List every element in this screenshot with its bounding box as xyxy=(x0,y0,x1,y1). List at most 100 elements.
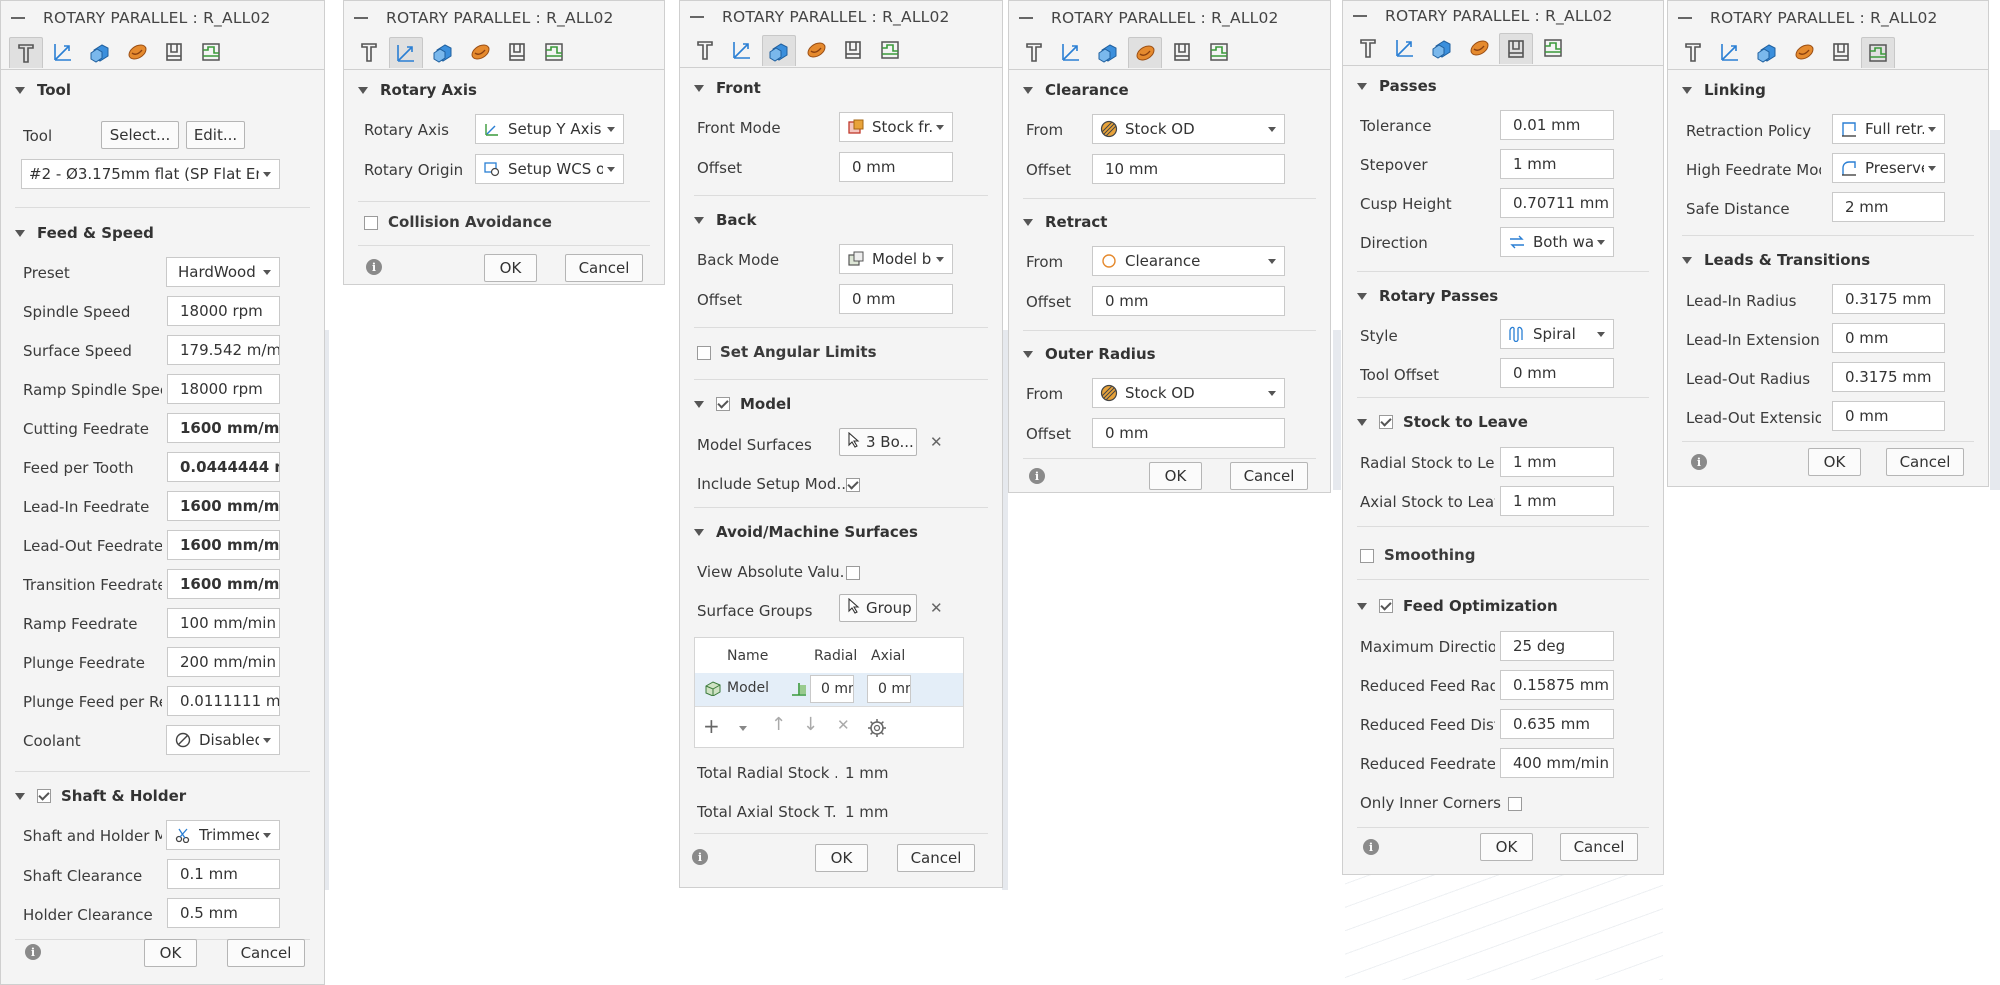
section-feed-optimization[interactable]: Feed Optimization xyxy=(1357,597,1649,615)
tab-heights[interactable] xyxy=(762,34,796,66)
front-offset-input[interactable]: 0 mm xyxy=(839,152,953,182)
section-clearance[interactable]: Clearance xyxy=(1023,81,1316,99)
radial-stock-input[interactable]: 0 mm xyxy=(810,675,854,703)
info-icon[interactable]: i xyxy=(366,259,382,275)
tab-linking[interactable] xyxy=(194,37,228,68)
section-linking[interactable]: Linking xyxy=(1682,81,1974,99)
back-offset-input[interactable]: 0 mm xyxy=(839,284,953,314)
stepover-input[interactable]: 1 mm xyxy=(1500,149,1614,179)
lead-out-radius-input[interactable]: 0.3175 mm xyxy=(1832,362,1945,392)
outer-offset-input[interactable]: 0 mm xyxy=(1092,418,1285,448)
tab-radii[interactable] xyxy=(120,37,154,68)
feed-per-tooth-input[interactable]: 0.0444444 mm xyxy=(167,452,280,482)
cancel-button[interactable]: Cancel xyxy=(897,844,975,872)
safe-distance-input[interactable]: 2 mm xyxy=(1832,192,1945,222)
axial-stock-input[interactable]: 1 mm xyxy=(1500,486,1614,516)
section-tool[interactable]: Tool xyxy=(15,81,310,99)
move-down-icon[interactable]: ↓ xyxy=(803,714,818,735)
tab-radii[interactable] xyxy=(1128,36,1162,68)
tab-heights[interactable] xyxy=(83,37,117,68)
coolant-dropdown[interactable]: Disabled xyxy=(166,725,280,755)
ok-button[interactable]: OK xyxy=(144,939,197,967)
table-row[interactable]: Model 0 mm 0 mm xyxy=(695,673,963,706)
collapse-icon[interactable] xyxy=(1678,17,1692,19)
section-back[interactable]: Back xyxy=(694,211,988,229)
tab-passes[interactable] xyxy=(500,37,534,68)
surface-groups-select-button[interactable]: Group xyxy=(839,594,917,622)
gear-icon[interactable] xyxy=(867,718,887,742)
cusp-height-input[interactable]: 0.70711 mm xyxy=(1500,188,1614,218)
tab-tool[interactable] xyxy=(352,37,386,68)
max-direction-change-input[interactable]: 25 deg xyxy=(1500,631,1614,661)
tab-geometry[interactable] xyxy=(46,37,80,68)
tab-heights[interactable] xyxy=(1750,37,1784,68)
tab-geometry[interactable] xyxy=(725,35,759,66)
outer-from-dropdown[interactable]: Stock OD xyxy=(1092,378,1285,408)
section-model[interactable]: Model xyxy=(694,395,988,413)
tab-geometry[interactable] xyxy=(1388,33,1422,64)
tab-tool[interactable] xyxy=(9,36,43,68)
tab-passes[interactable] xyxy=(836,35,870,66)
tab-passes[interactable] xyxy=(1165,37,1199,68)
tab-geometry[interactable] xyxy=(389,36,423,68)
holder-clearance-input[interactable]: 0.5 mm xyxy=(167,898,280,928)
tab-passes[interactable] xyxy=(157,37,191,68)
move-up-icon[interactable]: ↑ xyxy=(771,714,786,735)
section-stock-to-leave[interactable]: Stock to Leave xyxy=(1357,413,1649,431)
stock-to-leave-checkbox[interactable] xyxy=(1379,415,1393,429)
reduced-feedrate-input[interactable]: 400 mm/min xyxy=(1500,748,1614,778)
only-inner-corners-checkbox[interactable] xyxy=(1508,797,1522,811)
tab-linking[interactable] xyxy=(1202,37,1236,68)
preset-dropdown[interactable]: HardWood ... xyxy=(166,257,280,287)
lead-in-radius-input[interactable]: 0.3175 mm xyxy=(1832,284,1945,314)
info-icon[interactable]: i xyxy=(692,849,708,865)
tab-radii[interactable] xyxy=(1462,33,1496,64)
ok-button[interactable]: OK xyxy=(1808,448,1861,476)
tab-tool[interactable] xyxy=(1017,37,1051,68)
tab-passes[interactable] xyxy=(1824,37,1858,68)
tool-dropdown[interactable]: #2 - Ø3.175mm flat (SP Flat Enc... xyxy=(21,159,280,189)
info-icon[interactable]: i xyxy=(25,944,41,960)
cutting-feedrate-input[interactable]: 1600 mm/min xyxy=(167,413,280,443)
collapse-icon[interactable] xyxy=(690,16,704,18)
tab-radii[interactable] xyxy=(799,35,833,66)
plunge-feedrate-input[interactable]: 200 mm/min xyxy=(167,647,280,677)
section-outer-radius[interactable]: Outer Radius xyxy=(1023,345,1316,363)
radial-stock-input[interactable]: 1 mm xyxy=(1500,447,1614,477)
clear-model-surfaces-icon[interactable]: ✕ xyxy=(930,433,943,451)
model-surfaces-select-button[interactable]: 3 Bo... xyxy=(839,428,917,456)
back-mode-dropdown[interactable]: Model b... xyxy=(839,244,953,274)
include-setup-model-checkbox[interactable] xyxy=(846,478,860,492)
tab-linking[interactable] xyxy=(537,37,571,68)
add-icon[interactable]: + xyxy=(703,714,720,738)
direction-dropdown[interactable]: Both wa... xyxy=(1500,227,1614,257)
surface-speed-input[interactable]: 179.542 m/min xyxy=(167,335,280,365)
transition-feedrate-input[interactable]: 1600 mm/min xyxy=(167,569,280,599)
clearance-offset-input[interactable]: 10 mm xyxy=(1092,154,1285,184)
tab-heights[interactable] xyxy=(426,37,460,68)
shaft-holder-checkbox[interactable] xyxy=(37,789,51,803)
tab-geometry[interactable] xyxy=(1713,37,1747,68)
front-mode-dropdown[interactable]: Stock fr... xyxy=(839,112,953,142)
section-leads-transitions[interactable]: Leads & Transitions xyxy=(1682,251,1974,269)
info-icon[interactable]: i xyxy=(1363,839,1379,855)
section-feed-speed[interactable]: Feed & Speed xyxy=(15,224,310,242)
shaft-holder-mode-dropdown[interactable]: Trimmed xyxy=(166,820,280,850)
tab-heights[interactable] xyxy=(1425,33,1459,64)
clear-surface-groups-icon[interactable]: ✕ xyxy=(930,599,943,617)
cancel-button[interactable]: Cancel xyxy=(227,939,305,967)
tab-tool[interactable] xyxy=(1676,37,1710,68)
collision-avoidance-checkbox[interactable] xyxy=(364,216,378,230)
cancel-button[interactable]: Cancel xyxy=(1230,462,1308,490)
ramp-spindle-speed-input[interactable]: 18000 rpm xyxy=(167,374,280,404)
lead-in-feedrate-input[interactable]: 1600 mm/min xyxy=(167,491,280,521)
style-dropdown[interactable]: Spiral xyxy=(1500,319,1614,349)
high-feedrate-mode-dropdown[interactable]: Preserve... xyxy=(1832,153,1945,183)
ok-button[interactable]: OK xyxy=(815,844,868,872)
ok-button[interactable]: OK xyxy=(1480,833,1533,861)
tab-heights[interactable] xyxy=(1091,37,1125,68)
rotary-origin-dropdown[interactable]: Setup WCS o... xyxy=(475,154,624,184)
tab-geometry[interactable] xyxy=(1054,37,1088,68)
shaft-clearance-input[interactable]: 0.1 mm xyxy=(167,859,280,889)
section-passes[interactable]: Passes xyxy=(1357,77,1649,95)
